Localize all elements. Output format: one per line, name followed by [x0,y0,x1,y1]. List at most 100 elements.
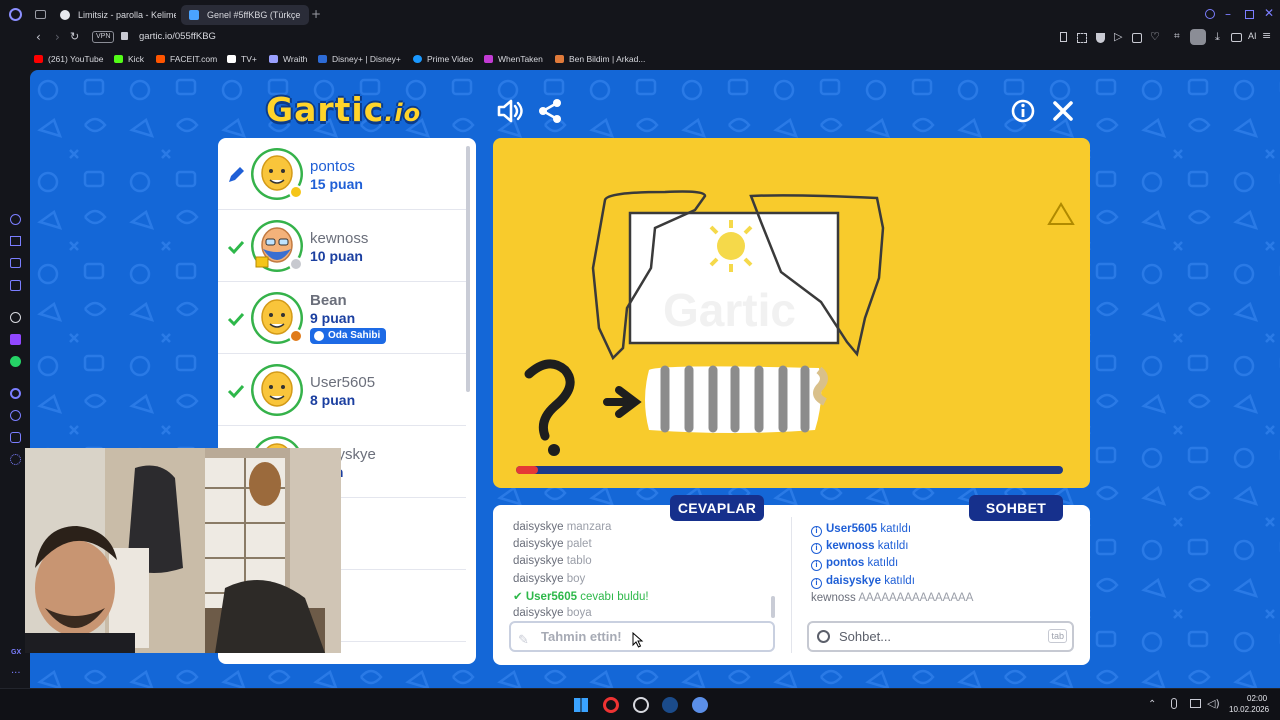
tray-chevron-icon[interactable]: ⌃ [1148,699,1156,711]
player-row[interactable]: pontos 15 puan [218,138,466,210]
new-tab-button[interactable]: + [311,8,321,20]
check-icon [227,312,245,327]
twitch-icon[interactable] [10,334,21,345]
bookmark-kick[interactable]: Kick [114,52,144,66]
drawing-canvas[interactable]: Gartic Gartic [493,138,1090,488]
microphone-icon[interactable] [1171,698,1177,709]
heart-icon[interactable]: ♡ [1150,31,1160,43]
avatar[interactable] [250,147,304,201]
bookmark-wraith[interactable]: Wraith [269,52,307,66]
bookmark-icon[interactable] [1060,32,1067,42]
sound-off-icon[interactable] [495,96,525,126]
player-name: User5605 [310,374,376,391]
close-window-button[interactable]: ✕ [1264,7,1274,19]
gartic-logo[interactable]: Gartic.io [266,90,421,129]
player-row[interactable]: kewnoss 10 puan [218,210,466,282]
profile-avatar[interactable] [1190,29,1206,45]
avatar[interactable] [250,363,304,417]
snapshot-icon[interactable] [1077,33,1087,43]
clock-time[interactable]: 02:00 [1247,694,1267,703]
share-icon[interactable] [535,96,565,126]
avatar[interactable] [250,291,304,345]
forward-icon[interactable]: › [55,31,60,43]
tab-gartic[interactable]: Genel #5ffKBG (Türkçe [181,5,309,25]
chat-message: kewnoss AAAAAAAAAAAAAAA [811,591,974,604]
network-icon[interactable]: ⌗ [1174,31,1180,43]
opera-logo-icon[interactable] [9,8,22,21]
settings-icon[interactable] [10,454,21,465]
maximize-button[interactable] [1245,10,1254,19]
chat-list: i User5605 katıldı i kewnoss katıldı i pont… [811,521,1081,607]
discord-taskbar-icon[interactable] [692,697,708,713]
tab-answers[interactable]: CEVAPLAR [670,495,764,521]
bookmark-prime[interactable]: Prime Video [413,52,473,66]
bookmark-tvplus[interactable]: TV+ [227,52,257,66]
bookmark-benbildim[interactable]: Ben Bildim | Arkad... [555,52,645,66]
info-icon[interactable] [1008,96,1038,126]
player-row[interactable]: Bean 9 puan Oda Sahibi [218,282,466,354]
info-icon: i [811,543,822,555]
check-icon [227,240,245,255]
shield-icon[interactable] [1096,33,1105,43]
player-row[interactable]: User5605 8 puan [218,354,466,426]
answer-item: daisyskye tablo [513,555,592,568]
extensions-sidebar-icon[interactable] [10,432,21,443]
bookmark-whentaken[interactable]: WhenTaken [484,52,543,66]
kick-icon [114,55,123,63]
bookmark-disney[interactable]: Disney+ | Disney+ [318,52,401,66]
download-icon[interactable]: ⤓ [1215,31,1220,43]
volume-icon[interactable]: ◁) [1207,698,1220,710]
gx-corner-icon[interactable] [10,258,21,268]
aria-icon[interactable] [10,214,21,225]
clock-date[interactable]: 10.02.2026 [1229,705,1269,714]
windows-start-icon[interactable] [574,698,588,712]
more-icon[interactable]: ··· [11,668,21,680]
pencil-icon: ✎ [518,633,529,648]
bookmark-faceit[interactable]: FACEIT.com [156,52,217,66]
chat-system-item: i kewnoss katıldı [811,538,1081,555]
close-icon[interactable] [1048,96,1078,126]
avatar[interactable] [250,219,304,273]
windows-taskbar: ⌃ ◁) 02:00 10.02.2026 [0,688,1280,720]
pinboard-icon[interactable] [1132,33,1142,43]
url-text[interactable]: gartic.io/055ffKBG [139,31,216,42]
chat-system-item: i User5605 katıldı [811,521,1081,538]
warning-icon[interactable] [1047,202,1075,225]
answers-scrollbar[interactable] [771,596,775,618]
youtube-icon [34,55,43,63]
tab-chat[interactable]: SOHBET [969,495,1063,521]
display-icon[interactable] [1190,699,1201,708]
search-icon [817,630,830,643]
music-icon[interactable] [10,280,21,291]
player-icon[interactable] [10,388,21,399]
chat-system-item: i daisyskye katıldı [811,573,1081,590]
reload-icon[interactable]: ↻ [70,31,79,43]
answer-item: daisyskye boya [513,606,592,619]
gx-control-icon[interactable] [10,236,21,246]
workspaces-icon[interactable] [35,10,46,19]
ai-button[interactable]: AI [1248,31,1257,41]
camera-icon[interactable] [1231,33,1242,42]
mouse-cursor-icon [632,632,644,648]
vpn-badge[interactable]: VPN [92,31,115,43]
address-bar-actions: ▷ ♡ ⌗ ✧ ⤓ AI [1058,29,1268,45]
check-icon: ✔ [513,588,523,603]
play-icon[interactable]: ▷ [1114,31,1122,43]
history-icon[interactable] [10,410,21,421]
menu-icon[interactable]: ≡ [1262,30,1271,42]
chrome-taskbar-icon[interactable] [633,697,649,713]
chat-placeholder: Sohbet... [839,629,892,644]
chat-input[interactable]: Sohbet... tab [807,621,1074,652]
whatsapp-icon[interactable] [10,356,21,367]
player-list-scrollbar[interactable] [466,146,470,392]
opera-gx-taskbar-icon[interactable] [603,697,619,713]
back-icon[interactable]: ‹ [36,31,41,43]
search-tabs-icon[interactable] [1205,9,1215,19]
chatgpt-icon[interactable] [10,312,21,323]
tab-limitsiz[interactable]: Limitsiz - parolla - Kelime [52,5,176,25]
minimize-button[interactable]: – [1225,8,1231,20]
bookmark-youtube[interactable]: (261) YouTube [34,52,103,66]
info-icon: i [811,577,822,589]
room-owner-badge: Oda Sahibi [310,328,387,344]
steam-taskbar-icon[interactable] [662,697,678,713]
